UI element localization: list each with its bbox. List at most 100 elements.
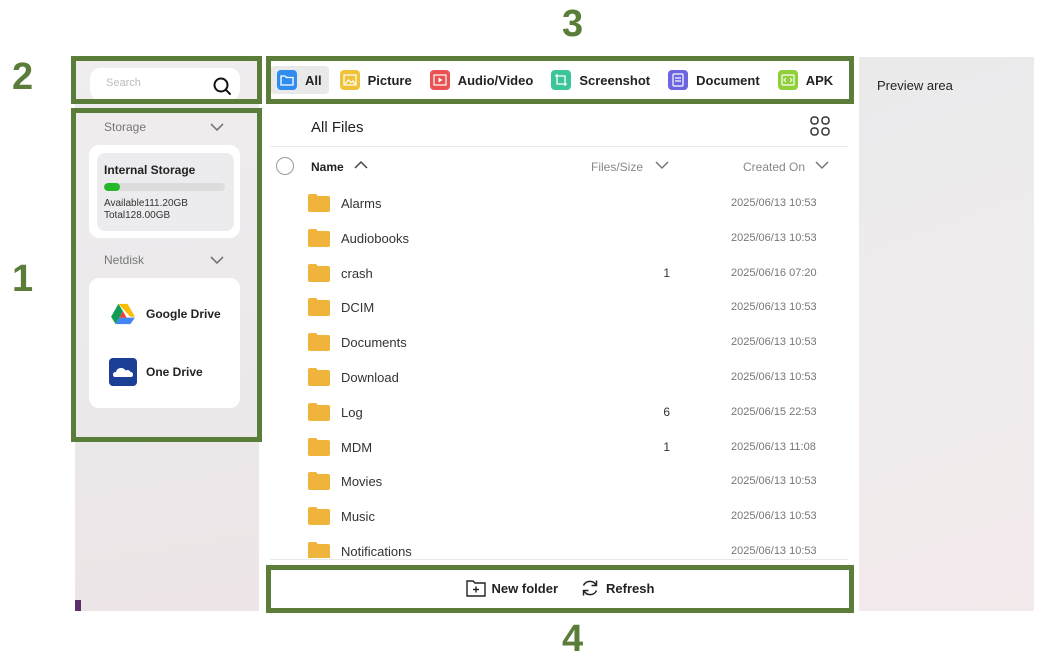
- file-row[interactable]: Music 2025/06/13 10:53: [270, 499, 850, 534]
- file-name: MDM: [341, 439, 373, 455]
- wallpaper-corner: [75, 600, 81, 611]
- file-date: 2025/06/16 07:20: [731, 266, 817, 279]
- file-date: 2025/06/13 10:53: [731, 510, 817, 523]
- divider: [270, 146, 848, 147]
- refresh-icon: [582, 580, 598, 596]
- callout-1: 1: [12, 258, 34, 300]
- new-folder-icon: [465, 580, 486, 597]
- file-date: 2025/06/13 10:53: [731, 197, 817, 209]
- file-date: 2025/06/13 10:53: [731, 336, 817, 349]
- file-row[interactable]: Documents 2025/06/13 10:53: [270, 325, 850, 360]
- screenshot-icon: [551, 70, 572, 90]
- tab-apk[interactable]: APK: [771, 66, 840, 94]
- bottom-toolbar: New folder Refresh: [270, 568, 850, 608]
- file-row[interactable]: MDM 1 2025/06/13 11:08: [270, 430, 850, 465]
- new-folder-label: New folder: [491, 580, 559, 596]
- refresh-label: Refresh: [606, 580, 655, 596]
- file-row[interactable]: DCIM 2025/06/13 10:53: [270, 290, 850, 325]
- tab-label: APK: [805, 72, 834, 88]
- file-list: Alarms 2025/06/13 10:53 Audiobooks 2025/06/…: [270, 186, 850, 558]
- tab-audio-video[interactable]: Audio/Video: [423, 66, 541, 94]
- tab-document[interactable]: Document: [661, 66, 767, 94]
- file-date: 2025/06/13 10:53: [731, 544, 817, 557]
- file-date: 2025/06/13 10:53: [731, 370, 817, 383]
- storage-name: Internal Storage: [104, 163, 196, 177]
- storage-total: Total128.00GB: [104, 210, 171, 221]
- file-count: 1: [663, 439, 670, 454]
- select-all-checkbox[interactable]: [276, 157, 294, 175]
- netdisk-label: One Drive: [146, 365, 203, 379]
- callout-3: 3: [562, 3, 584, 45]
- netdisk-section-title: Netdisk: [104, 253, 145, 267]
- folder-icon: [308, 472, 330, 491]
- apk-icon: [777, 70, 798, 90]
- folder-icon: [308, 437, 330, 456]
- column-size-header[interactable]: Files/Size: [591, 160, 643, 174]
- folder-icon: [308, 263, 330, 282]
- file-name: crash: [341, 265, 373, 281]
- chevron-down-icon[interactable]: [209, 254, 225, 266]
- search-box[interactable]: [90, 68, 240, 100]
- preview-panel: Preview area: [859, 57, 1034, 611]
- file-date: 2025/06/15 22:53: [731, 405, 817, 418]
- search-icon[interactable]: [212, 76, 232, 96]
- grid-view-icon[interactable]: [810, 116, 830, 136]
- folder-icon: [308, 541, 330, 558]
- file-date: 2025/06/13 10:53: [731, 231, 817, 244]
- chevron-down-icon[interactable]: [654, 160, 670, 170]
- file-row[interactable]: Download 2025/06/13 10:53: [270, 360, 850, 395]
- chevron-up-icon[interactable]: [354, 160, 368, 170]
- file-row[interactable]: Notifications 2025/06/13 10:53: [270, 534, 850, 558]
- file-name: Music: [341, 509, 375, 525]
- file-name: DCIM: [341, 300, 375, 316]
- netdisk-label: Google Drive: [146, 307, 221, 321]
- file-row[interactable]: Log 6 2025/06/15 22:53: [270, 395, 850, 430]
- tab-all[interactable]: All: [270, 66, 329, 94]
- folder-icon: [308, 507, 330, 526]
- picture-icon: [339, 70, 360, 90]
- category-tabs: All Picture Audio/Video Screenshot Docum…: [270, 61, 850, 99]
- folder-icon: [308, 367, 330, 386]
- video-icon: [429, 70, 450, 90]
- google-drive-icon: [111, 303, 135, 325]
- file-date: 2025/06/13 10:53: [731, 475, 817, 488]
- file-row[interactable]: Alarms 2025/06/13 10:53: [270, 186, 850, 221]
- search-input[interactable]: [104, 76, 208, 90]
- folder-icon: [308, 402, 330, 421]
- tab-label: Audio/Video: [457, 72, 534, 88]
- new-folder-button[interactable]: New folder: [465, 579, 559, 597]
- file-name: Movies: [341, 474, 383, 490]
- tab-label: Screenshot: [579, 72, 651, 88]
- netdisk-item-onedrive[interactable]: One Drive: [109, 358, 203, 386]
- callout-4: 4: [562, 618, 584, 660]
- storage-card[interactable]: Internal Storage Available111.20GB Total…: [89, 145, 240, 238]
- callout-2: 2: [12, 56, 34, 98]
- chevron-down-icon[interactable]: [209, 121, 225, 133]
- file-row[interactable]: crash 1 2025/06/16 07:20: [270, 256, 850, 291]
- refresh-button[interactable]: Refresh: [580, 578, 654, 598]
- internal-storage-item[interactable]: Internal Storage Available111.20GB Total…: [97, 153, 234, 231]
- tab-picture[interactable]: Picture: [333, 66, 419, 94]
- column-name-header[interactable]: Name: [311, 160, 344, 174]
- onedrive-icon: [109, 358, 137, 386]
- folder-icon: [308, 333, 330, 352]
- storage-usage-fill: [104, 183, 120, 191]
- netdisk-item-google-drive[interactable]: Google Drive: [109, 303, 221, 325]
- file-date: 2025/06/13 11:08: [731, 440, 816, 453]
- file-name: Log: [341, 404, 363, 420]
- folder-icon: [308, 194, 330, 212]
- file-name: Audiobooks: [341, 230, 409, 246]
- page-title: All Files: [311, 119, 364, 136]
- chevron-down-icon[interactable]: [814, 160, 830, 170]
- storage-available: Available111.20GB: [104, 198, 188, 209]
- file-name: Notifications: [341, 543, 412, 558]
- divider: [270, 559, 848, 560]
- file-name: Alarms: [341, 196, 382, 211]
- file-row[interactable]: Movies 2025/06/13 10:53: [270, 464, 850, 499]
- tab-label: Picture: [367, 72, 412, 88]
- column-date-header[interactable]: Created On: [743, 160, 805, 174]
- file-row[interactable]: Audiobooks 2025/06/13 10:53: [270, 221, 850, 256]
- document-icon: [668, 70, 689, 90]
- tab-screenshot[interactable]: Screenshot: [544, 66, 657, 94]
- folder-icon: [277, 70, 297, 90]
